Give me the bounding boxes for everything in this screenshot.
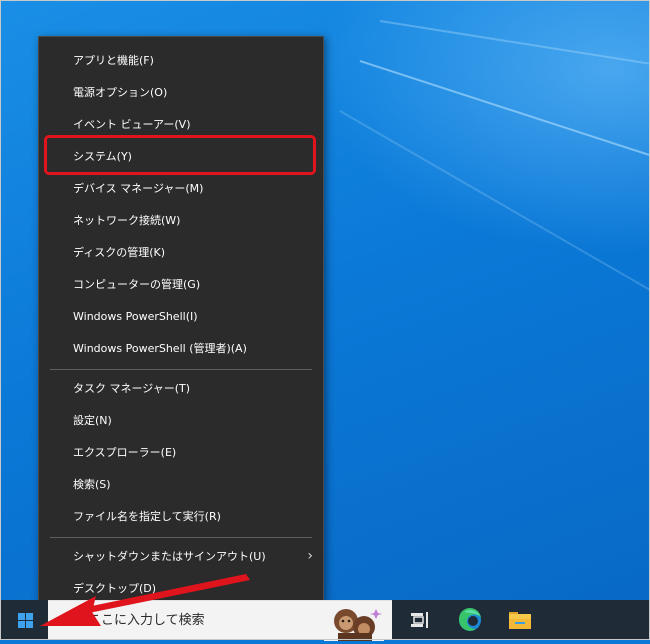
menu-item-disk-management[interactable]: ディスクの管理(K): [39, 237, 323, 269]
highlight-box-system: [44, 135, 316, 175]
menu-item-task-manager[interactable]: タスク マネージャー(T): [39, 373, 323, 405]
search-highlight-illustration-icon: [324, 603, 384, 641]
menu-separator: [50, 537, 312, 538]
menu-item-label: シャットダウンまたはサインアウト(U): [73, 550, 266, 563]
menu-item-shutdown-signout[interactable]: シャットダウンまたはサインアウト(U) ›: [39, 541, 323, 573]
menu-item-search[interactable]: 検索(S): [39, 469, 323, 501]
menu-item-network-connections[interactable]: ネットワーク接続(W): [39, 205, 323, 237]
menu-item-run[interactable]: ファイル名を指定して実行(R): [39, 501, 323, 533]
start-button[interactable]: [0, 600, 48, 640]
wallpaper-light-beam: [360, 60, 650, 223]
menu-item-device-manager[interactable]: デバイス マネージャー(M): [39, 173, 323, 205]
wallpaper-light-beam: [340, 110, 650, 372]
menu-item-powershell[interactable]: Windows PowerShell(I): [39, 301, 323, 333]
taskbar: ここに入力して検索: [0, 600, 650, 640]
edge-browser-button[interactable]: [446, 600, 494, 640]
menu-item-computer-management[interactable]: コンピューターの管理(G): [39, 269, 323, 301]
task-view-icon: [396, 600, 444, 640]
search-placeholder: ここに入力して検索: [88, 601, 205, 641]
file-explorer-icon: [496, 600, 544, 640]
menu-item-apps-features[interactable]: アプリと機能(F): [39, 45, 323, 77]
taskbar-search-box[interactable]: ここに入力して検索: [48, 600, 392, 640]
edge-browser-icon: [446, 600, 494, 640]
task-view-button[interactable]: [396, 600, 444, 640]
menu-item-settings[interactable]: 設定(N): [39, 405, 323, 437]
file-explorer-button[interactable]: [496, 600, 544, 640]
windows-start-icon: [18, 613, 34, 629]
menu-item-powershell-admin[interactable]: Windows PowerShell (管理者)(A): [39, 333, 323, 365]
menu-item-power-options[interactable]: 電源オプション(O): [39, 77, 323, 109]
menu-item-explorer[interactable]: エクスプローラー(E): [39, 437, 323, 469]
menu-separator: [50, 369, 312, 370]
wallpaper-light-beam: [380, 20, 650, 103]
winx-context-menu: アプリと機能(F) 電源オプション(O) イベント ビューアー(V) システム(…: [38, 36, 324, 614]
submenu-chevron-icon: ›: [307, 541, 313, 571]
